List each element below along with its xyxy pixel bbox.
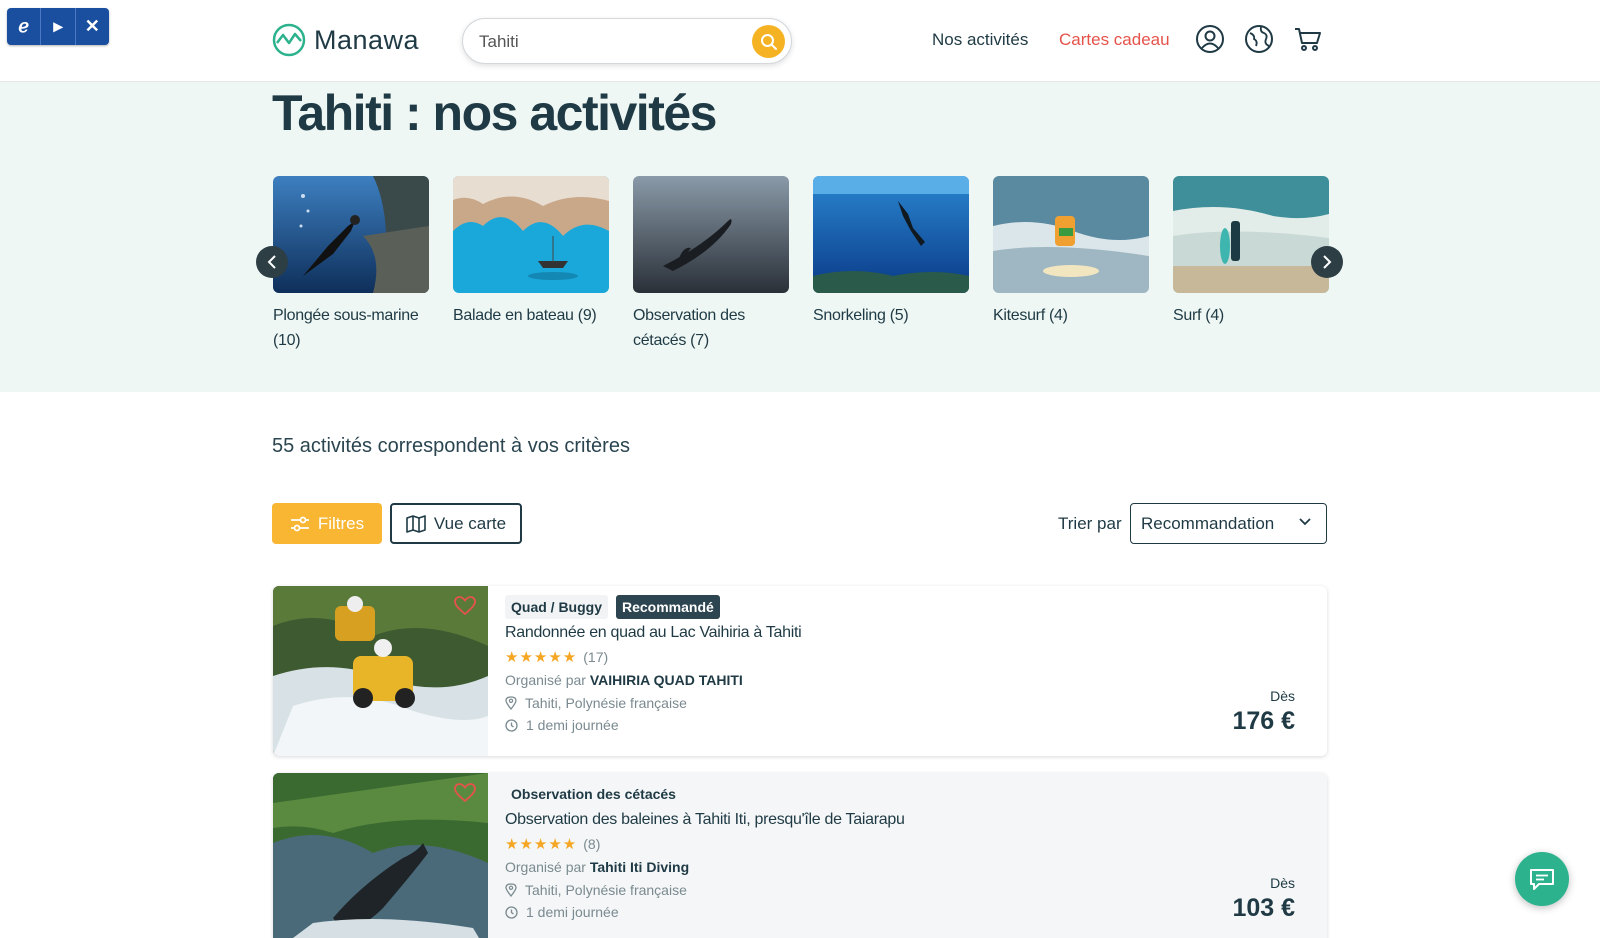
activity-card[interactable]: Observation des cétacés Observation des … <box>273 773 1327 938</box>
activity-location: Tahiti, Polynésie française <box>505 695 1311 711</box>
activity-category-tag: Quad / Buggy <box>505 595 608 619</box>
sort-value: Recommandation <box>1141 513 1275 533</box>
category-image-kitesurf <box>993 176 1149 293</box>
nav-activities-link[interactable]: Nos activités <box>932 30 1028 50</box>
chevron-down-icon <box>1299 518 1311 526</box>
review-count: (17) <box>583 649 609 665</box>
activity-location: Tahiti, Polynésie française <box>505 882 1311 898</box>
chevron-right-icon <box>1323 255 1332 269</box>
price-from-label: Dès <box>1270 688 1295 704</box>
clock-icon <box>505 905 518 919</box>
extension-logo-icon[interactable]: ℯ <box>7 8 42 45</box>
category-label: Observation des cétacés (7) <box>633 307 746 349</box>
close-icon[interactable]: ✕ <box>76 8 109 45</box>
activity-duration: 1 demi journée <box>505 717 1311 733</box>
category-card-snorkeling[interactable]: Snorkeling (5) <box>813 176 969 328</box>
activity-rating: ★★★★★ (17) <box>505 648 1311 666</box>
activity-price: 103 € <box>1232 894 1295 922</box>
category-card-whale-watching[interactable]: Observation des cétacés (7) <box>633 176 789 353</box>
site-header: Manawa Nos activités Cartes cadeau <box>0 0 1600 82</box>
activity-details: Observation des cétacés Observation des … <box>505 781 1311 935</box>
category-image-snorkeling <box>813 176 969 293</box>
map-view-button[interactable]: Vue carte <box>390 503 522 544</box>
favorite-heart-icon[interactable] <box>454 596 476 616</box>
search-button[interactable] <box>752 25 785 58</box>
activity-category-tag: Observation des cétacés <box>511 786 676 802</box>
category-card-kitesurf[interactable]: Kitesurf (4) <box>993 176 1149 328</box>
category-label: Plongée sous-marine (10) <box>273 307 419 349</box>
manawa-logo-icon <box>272 23 306 57</box>
search-input[interactable] <box>479 29 739 55</box>
category-label: Snorkeling (5) <box>813 307 909 324</box>
account-icon[interactable] <box>1195 24 1225 54</box>
brand-name: Manawa <box>314 24 420 55</box>
carousel-prev-button[interactable] <box>256 246 288 278</box>
chat-icon <box>1530 869 1554 890</box>
activity-rating: ★★★★★ (8) <box>505 835 1311 853</box>
duration-text: 1 demi journée <box>526 717 619 733</box>
carousel-next-button[interactable] <box>1311 246 1343 278</box>
nav-gift-cards-link[interactable]: Cartes cadeau <box>1059 30 1170 50</box>
location-pin-icon <box>505 883 517 897</box>
filters-button[interactable]: Filtres <box>272 503 382 544</box>
filters-label: Filtres <box>317 513 365 533</box>
category-card-diving[interactable]: Plongée sous-marine (10) <box>273 176 429 353</box>
location-text: Tahiti, Polynésie française <box>525 882 687 898</box>
price-from-label: Dès <box>1270 875 1295 891</box>
activity-details: Quad / Buggy Recommandé Randonnée en qua… <box>505 594 1311 748</box>
category-image-whale <box>633 176 789 293</box>
language-globe-icon[interactable] <box>1244 24 1274 54</box>
duration-text: 1 demi journée <box>526 904 619 920</box>
organizer-name: VAIHIRIA QUAD TAHITI <box>589 672 743 688</box>
star-rating-icon: ★★★★★ <box>505 836 578 853</box>
sliders-icon <box>290 516 309 531</box>
recommended-badge: Recommandé <box>616 595 720 619</box>
activity-card[interactable]: Quad / Buggy Recommandé Randonnée en qua… <box>273 586 1327 756</box>
category-card-surf[interactable]: Surf (4) <box>1173 176 1329 328</box>
extension-toolbar: ℯ ▸ ✕ <box>7 8 109 45</box>
activity-title[interactable]: Observation des baleines à Tahiti Iti, p… <box>505 811 1311 829</box>
category-card-boat[interactable]: Balade en bateau (9) <box>453 176 609 328</box>
category-label: Surf (4) <box>1173 307 1224 324</box>
hero-section <box>0 82 1600 392</box>
map-view-label: Vue carte <box>433 513 507 533</box>
category-image-diving <box>273 176 429 293</box>
category-image-surf <box>1173 176 1329 293</box>
map-icon <box>406 514 426 533</box>
review-count: (8) <box>583 836 601 852</box>
results-count: 55 activités correspondent à vos critère… <box>272 435 630 457</box>
activity-title[interactable]: Randonnée en quad au Lac Vaihiria à Tahi… <box>505 624 1311 642</box>
activity-organizer: Organisé par Tahiti Iti Diving <box>505 859 1311 875</box>
favorite-heart-icon[interactable] <box>454 783 476 803</box>
cart-icon[interactable] <box>1293 24 1323 54</box>
search-icon <box>760 33 777 50</box>
clock-icon <box>505 718 518 732</box>
location-pin-icon <box>505 696 517 710</box>
sort-select[interactable]: Recommandation <box>1130 503 1327 544</box>
activity-organizer: Organisé par VAIHIRIA QUAD TAHITI <box>505 672 1311 688</box>
search-bar <box>462 18 792 64</box>
category-label: Kitesurf (4) <box>993 307 1068 324</box>
category-image-boat <box>453 176 609 293</box>
organizer-name: Tahiti Iti Diving <box>589 859 690 875</box>
activity-price: 176 € <box>1232 707 1295 735</box>
brand-logo[interactable]: Manawa <box>272 23 419 57</box>
star-rating-icon: ★★★★★ <box>505 649 578 666</box>
organizer-prefix: Organisé par <box>505 672 586 688</box>
activity-duration: 1 demi journée <box>505 904 1311 920</box>
location-text: Tahiti, Polynésie française <box>525 695 687 711</box>
chat-button[interactable] <box>1515 852 1569 906</box>
page-title: Tahiti : nos activités <box>272 85 717 141</box>
play-icon[interactable]: ▸ <box>41 8 76 45</box>
organizer-prefix: Organisé par <box>505 859 586 875</box>
chevron-left-icon <box>267 255 276 269</box>
category-label: Balade en bateau (9) <box>453 307 597 324</box>
sort-label: Trier par <box>1058 514 1122 533</box>
